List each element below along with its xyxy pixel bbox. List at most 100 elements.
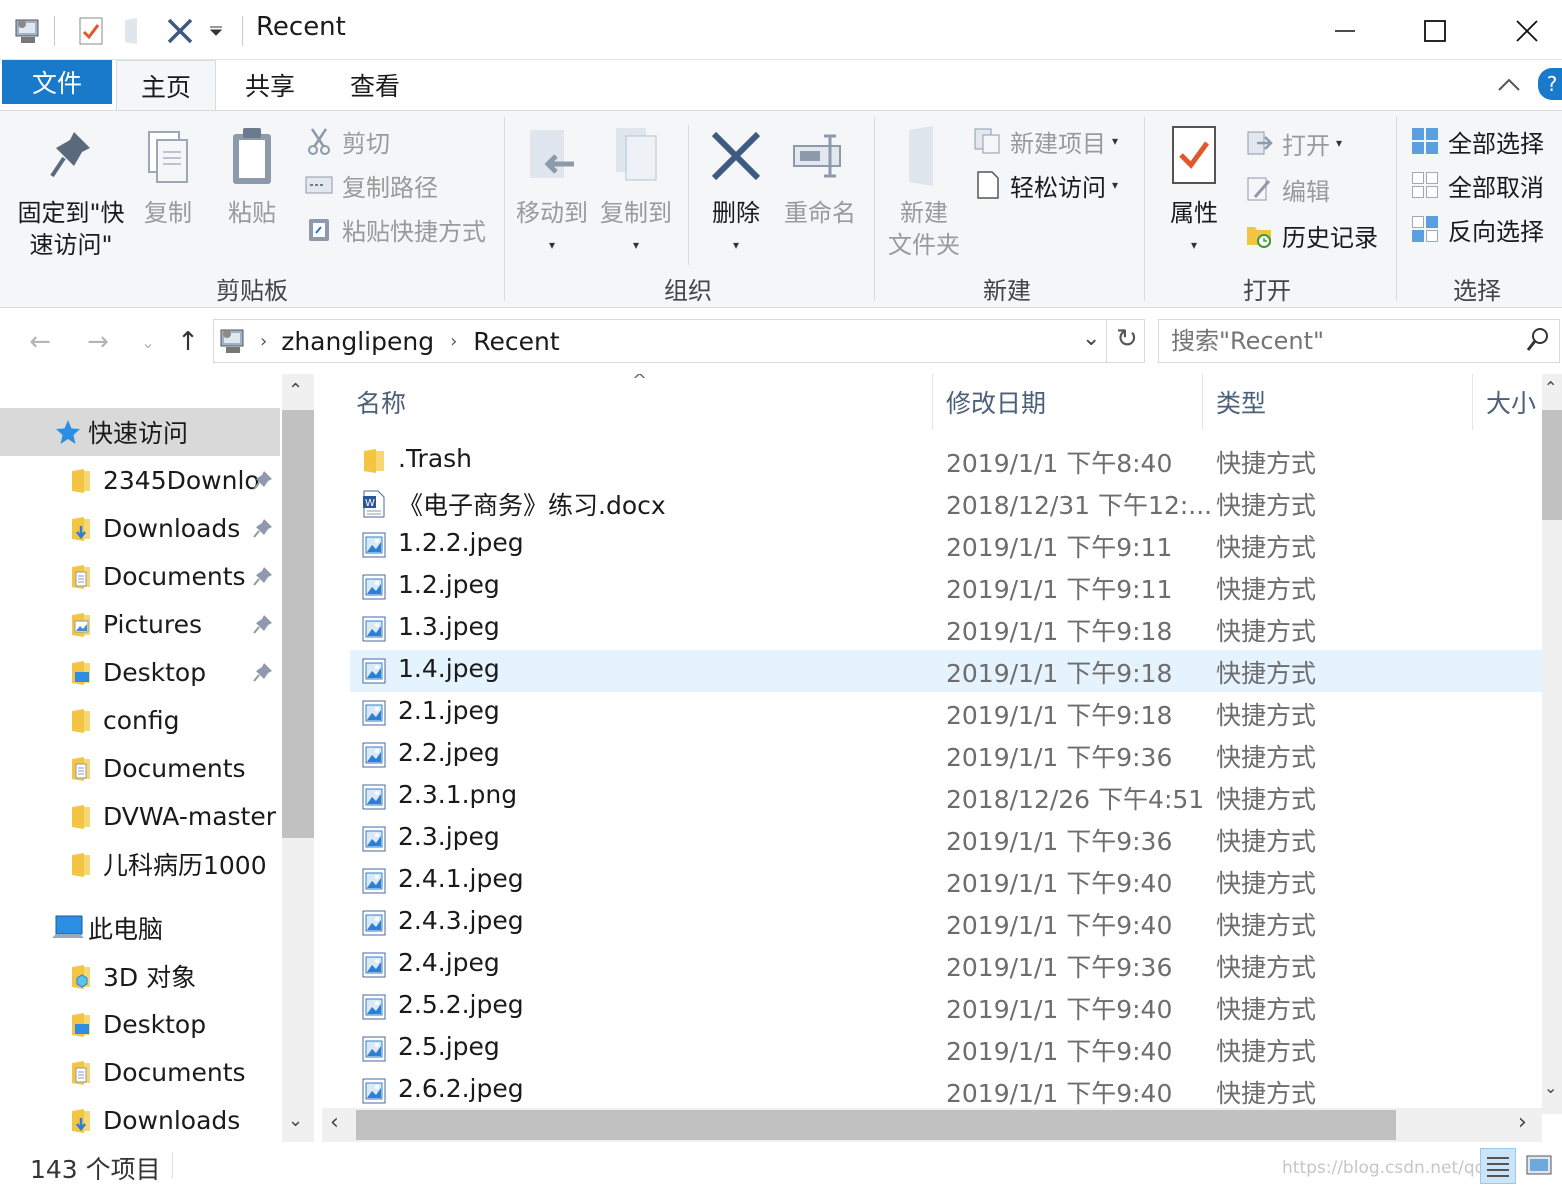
search-icon[interactable]: [1525, 326, 1551, 358]
nav-scroll-thumb[interactable]: [282, 410, 314, 838]
nav-scrollbar[interactable]: ⌃ ⌄: [282, 374, 314, 1142]
file-row[interactable]: 1.4.jpeg 2019/1/1 下午9:18 快捷方式: [350, 650, 1542, 692]
open-button[interactable]: 打开 ▾: [1244, 123, 1342, 163]
file-list-horizontal-scrollbar[interactable]: ‹ ›: [322, 1108, 1542, 1142]
file-row[interactable]: 2.5.jpeg 2019/1/1 下午9:40 快捷方式: [350, 1028, 1542, 1070]
file-row[interactable]: 1.3.jpeg 2019/1/1 下午9:18 快捷方式: [350, 608, 1542, 650]
scroll-up-arrow-icon[interactable]: ⌃: [1544, 378, 1557, 397]
minimize-button[interactable]: [1310, 8, 1380, 54]
help-button[interactable]: ?: [1538, 68, 1562, 100]
pin-to-quick-access-button[interactable]: 固定到"快 速访问": [12, 121, 130, 261]
forward-button[interactable]: →: [78, 322, 118, 362]
nav-quick-access[interactable]: 快速访问: [0, 408, 280, 456]
select-none-button[interactable]: 全部取消: [1410, 165, 1544, 205]
collapse-ribbon-button[interactable]: [1494, 70, 1524, 100]
file-row[interactable]: 2.2.jpeg 2019/1/1 下午9:36 快捷方式: [350, 734, 1542, 776]
file-row[interactable]: 2.3.jpeg 2019/1/1 下午9:36 快捷方式: [350, 818, 1542, 860]
breadcrumb-chevron-icon[interactable]: ›: [450, 331, 457, 352]
copy-button[interactable]: 复制: [136, 121, 200, 229]
tab-home[interactable]: 主页: [116, 60, 216, 111]
tab-file[interactable]: 文件: [2, 60, 112, 104]
copy-to-button[interactable]: 复制到 ▾: [596, 121, 676, 261]
scroll-right-arrow-icon[interactable]: ›: [1518, 1110, 1527, 1135]
properties-quick-icon[interactable]: [74, 14, 108, 48]
nav-pc-item[interactable]: Desktop: [0, 1000, 280, 1048]
rename-button[interactable]: 重命名: [780, 121, 860, 229]
new-folder-quick-icon[interactable]: [118, 14, 148, 48]
column-header-type[interactable]: 类型: [1216, 374, 1266, 430]
nav-pc-item[interactable]: Documents: [0, 1048, 280, 1096]
invert-selection-button[interactable]: 反向选择: [1410, 209, 1544, 249]
paste-shortcut-button[interactable]: 粘贴快捷方式: [304, 209, 486, 249]
file-row[interactable]: W 《电子商务》练习.docx 2018/12/31 下午12:... 快捷方式: [350, 482, 1542, 524]
file-row[interactable]: 2.1.jpeg 2019/1/1 下午9:18 快捷方式: [350, 692, 1542, 734]
new-folder-button[interactable]: 新建 文件夹: [884, 121, 964, 261]
search-input[interactable]: [1159, 320, 1499, 362]
horizontal-scroll-thumb[interactable]: [356, 1110, 1396, 1140]
file-row[interactable]: .Trash 2019/1/1 下午8:40 快捷方式: [350, 440, 1542, 482]
nav-quick-item[interactable]: 2345Downlo: [0, 456, 280, 504]
scroll-up-arrow-icon[interactable]: ⌃: [288, 380, 303, 401]
file-row[interactable]: 2.4.jpeg 2019/1/1 下午9:36 快捷方式: [350, 944, 1542, 986]
paste-button[interactable]: 粘贴: [220, 121, 284, 229]
properties-button[interactable]: 属性 ▾: [1156, 121, 1232, 261]
pin-icon[interactable]: [252, 468, 274, 497]
nav-quick-item[interactable]: Documents: [0, 744, 280, 792]
details-view-button[interactable]: [1480, 1148, 1516, 1184]
file-row[interactable]: 2.6.2.jpeg 2019/1/1 下午9:40 快捷方式: [350, 1070, 1542, 1112]
file-row[interactable]: 2.4.3.jpeg 2019/1/1 下午9:40 快捷方式: [350, 902, 1542, 944]
edit-button[interactable]: 编辑: [1244, 169, 1330, 209]
pin-icon[interactable]: [252, 612, 274, 641]
move-to-button[interactable]: 移动到 ▾: [512, 121, 592, 261]
cut-button[interactable]: 剪切: [304, 121, 390, 161]
scroll-down-arrow-icon[interactable]: ⌄: [288, 1110, 303, 1131]
nav-quick-item[interactable]: Documents: [0, 552, 280, 600]
search-box[interactable]: [1158, 319, 1560, 363]
delete-quick-icon[interactable]: [160, 14, 200, 48]
file-row[interactable]: 2.4.1.jpeg 2019/1/1 下午9:40 快捷方式: [350, 860, 1542, 902]
tab-share[interactable]: 共享: [220, 60, 320, 110]
nav-this-pc[interactable]: 此电脑: [0, 904, 280, 952]
scroll-down-arrow-icon[interactable]: ⌄: [1544, 1078, 1557, 1097]
file-row[interactable]: 2.5.2.jpeg 2019/1/1 下午9:40 快捷方式: [350, 986, 1542, 1028]
large-icons-view-button[interactable]: [1522, 1148, 1558, 1184]
column-header-name[interactable]: 名称: [356, 374, 406, 430]
nav-quick-item[interactable]: Desktop: [0, 648, 280, 696]
copy-path-button[interactable]: 复制路径: [304, 165, 438, 205]
back-button[interactable]: ←: [20, 322, 60, 362]
nav-quick-item[interactable]: config: [0, 696, 280, 744]
breadcrumb-chevron-icon[interactable]: ›: [260, 331, 267, 352]
delete-button[interactable]: 删除 ▾: [700, 121, 772, 261]
breadcrumb-item[interactable]: zhanglipeng: [281, 327, 434, 356]
scroll-left-arrow-icon[interactable]: ‹: [330, 1110, 339, 1135]
maximize-button[interactable]: [1400, 8, 1470, 54]
pin-icon[interactable]: [252, 516, 274, 545]
customize-qa-dropdown-icon[interactable]: [204, 14, 228, 48]
nav-pc-item[interactable]: Downloads: [0, 1096, 280, 1142]
up-button[interactable]: ↑: [168, 322, 208, 362]
pin-icon[interactable]: [252, 660, 274, 689]
vertical-scroll-thumb[interactable]: [1542, 410, 1562, 520]
history-button[interactable]: 历史记录: [1244, 215, 1378, 255]
close-button[interactable]: [1492, 8, 1562, 54]
tab-view[interactable]: 查看: [325, 60, 425, 110]
easy-access-button[interactable]: 轻松访问 ▾: [972, 165, 1118, 205]
address-bar[interactable]: › zhanglipeng › Recent ⌄ ↻: [213, 319, 1145, 363]
app-icon[interactable]: [10, 14, 46, 48]
nav-quick-item[interactable]: 儿科病历1000: [0, 840, 280, 888]
file-row[interactable]: 1.2.jpeg 2019/1/1 下午9:11 快捷方式: [350, 566, 1542, 608]
breadcrumb-item[interactable]: Recent: [473, 327, 559, 356]
column-header-size[interactable]: 大小: [1486, 374, 1536, 430]
file-row[interactable]: 2.3.1.png 2018/12/26 下午4:51 快捷方式: [350, 776, 1542, 818]
nav-quick-item[interactable]: Downloads: [0, 504, 280, 552]
pin-icon[interactable]: [252, 564, 274, 593]
file-row[interactable]: 1.2.2.jpeg 2019/1/1 下午9:11 快捷方式: [350, 524, 1542, 566]
file-list-vertical-scrollbar[interactable]: ⌃ ⌄: [1542, 374, 1562, 1114]
nav-pc-item[interactable]: 3D 对象: [0, 952, 280, 1000]
refresh-button[interactable]: ↻: [1116, 324, 1138, 354]
column-header-date[interactable]: 修改日期: [946, 374, 1046, 430]
new-item-button[interactable]: 新建项目 ▾: [972, 121, 1118, 161]
nav-quick-item[interactable]: DVWA-master: [0, 792, 280, 840]
recent-locations-button[interactable]: ⌄: [128, 322, 168, 362]
select-all-button[interactable]: 全部选择: [1410, 121, 1544, 161]
